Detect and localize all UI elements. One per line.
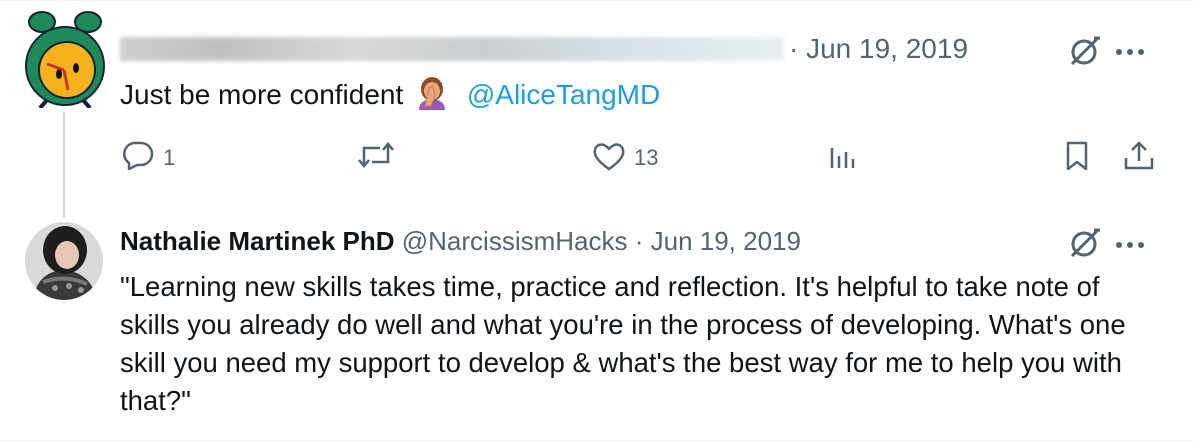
tweet-text: "Learning new skills takes time, practic…: [120, 271, 1126, 416]
retweet-icon[interactable]: [356, 140, 396, 175]
mention-link[interactable]: @AliceTangMD: [467, 79, 660, 110]
thread-connector: [63, 112, 65, 218]
reply-icon[interactable]: [120, 140, 154, 175]
alarm-clock-avatar-icon: [25, 11, 105, 110]
grok-icon[interactable]: [1068, 226, 1102, 265]
profile-photo-icon: [25, 222, 103, 300]
like-icon[interactable]: [592, 141, 626, 176]
like-count[interactable]: 13: [634, 145, 658, 171]
facepalm-emoji-icon: [415, 76, 449, 117]
blurred-user-name[interactable]: [120, 37, 784, 61]
display-name[interactable]: Nathalie Martinek PhD: [120, 226, 395, 256]
bottom-divider: [0, 440, 1193, 441]
views-icon[interactable]: [828, 142, 858, 175]
more-icon[interactable]: [1115, 237, 1145, 255]
grok-icon[interactable]: [1068, 34, 1102, 73]
tweet-date[interactable]: · Jun 19, 2019: [789, 33, 968, 65]
avatar[interactable]: [25, 222, 103, 300]
user-handle[interactable]: @NarcissismHacks: [402, 226, 628, 256]
tweet-header: Nathalie Martinek PhD @NarcissismHacks ·…: [120, 226, 801, 257]
bookmark-icon[interactable]: [1063, 140, 1091, 177]
top-divider: [0, 0, 1193, 1]
avatar[interactable]: [22, 8, 108, 110]
tweet-body: Just be more confident: [120, 79, 404, 110]
tweet-text: Just be more confident @AliceTangMD: [120, 76, 660, 117]
share-icon[interactable]: [1122, 139, 1156, 176]
more-icon[interactable]: [1115, 44, 1145, 62]
tweet-date[interactable]: · Jun 19, 2019: [635, 226, 801, 256]
reply-count[interactable]: 1: [163, 145, 175, 171]
